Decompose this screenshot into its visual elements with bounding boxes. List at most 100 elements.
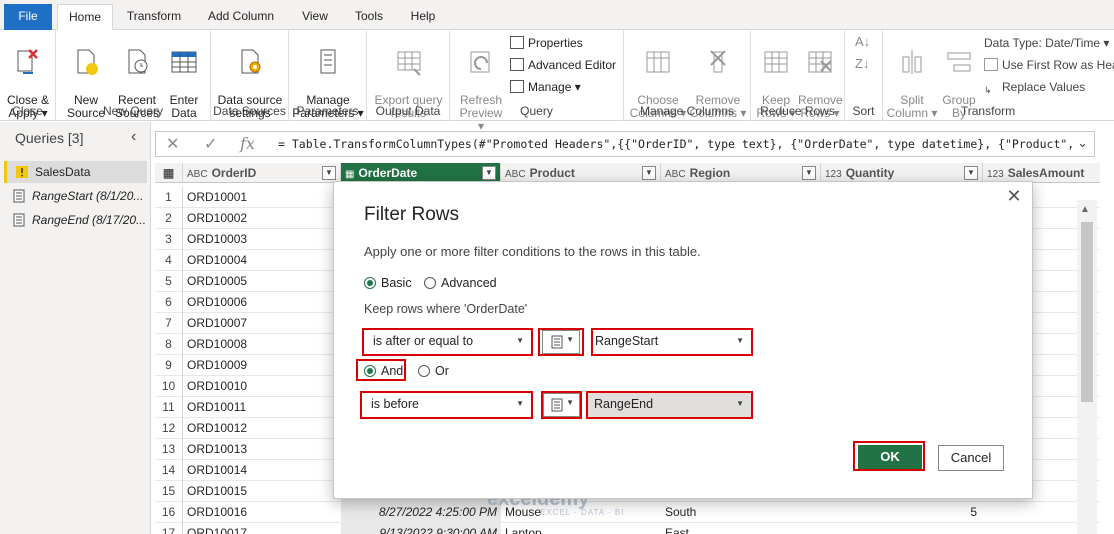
cancel-button[interactable]: Cancel — [938, 445, 1004, 471]
cell-n[interactable]: 14 — [155, 460, 183, 481]
scrollbar-thumb[interactable] — [1081, 222, 1093, 402]
cell-date[interactable]: 9/13/2022 9:30:00 AM — [341, 523, 501, 534]
cell-id[interactable]: ORD10011 — [187, 397, 337, 418]
cell-n[interactable]: 2 — [155, 208, 183, 229]
sort-descending-icon[interactable]: Z↓ — [855, 56, 869, 71]
condition2-value-select[interactable]: RangeEnd ▼ — [588, 393, 751, 417]
cell-id[interactable]: ORD10009 — [187, 355, 337, 376]
grid-header: ▦ ABC OrderID ▼ ▦ OrderDate ▼ ABC Product ▼ AB… — [155, 163, 1100, 183]
or-radio[interactable]: Or — [418, 364, 449, 378]
filter-dropdown-icon[interactable]: ▼ — [482, 166, 496, 180]
column-header-orderid[interactable]: ABC OrderID ▼ — [183, 163, 341, 183]
query-item-rangeend[interactable]: RangeEnd (8/17/20... — [4, 209, 147, 231]
collapse-queries-icon[interactable]: ‹ — [131, 128, 136, 146]
condition1-value-select[interactable]: RangeStart ▼ — [593, 330, 751, 354]
tab-transform[interactable]: Transform — [120, 4, 188, 30]
properties-button[interactable]: Properties — [510, 36, 583, 50]
cell-n[interactable]: 6 — [155, 292, 183, 313]
cell-id[interactable]: ORD10007 — [187, 313, 337, 334]
cell-product[interactable]: Laptop — [505, 523, 661, 534]
vertical-scrollbar[interactable]: ▲ — [1077, 200, 1097, 534]
tab-tools[interactable]: Tools — [348, 4, 390, 30]
cell-id[interactable]: ORD10012 — [187, 418, 337, 439]
cell-id[interactable]: ORD10013 — [187, 439, 337, 460]
table-row[interactable]: 17 ORD10017 9/13/2022 9:30:00 AM Laptop East — [155, 523, 1100, 534]
table-menu-icon[interactable]: ▦ — [155, 163, 183, 183]
cell-id[interactable]: ORD10002 — [187, 208, 337, 229]
cell-id[interactable]: ORD10005 — [187, 271, 337, 292]
tab-file[interactable]: File — [4, 4, 52, 30]
ok-button[interactable]: OK — [858, 445, 922, 469]
cell-id[interactable]: ORD10008 — [187, 334, 337, 355]
formula-bar[interactable]: ✕ ✓ fx = Table.TransformColumnTypes(#"Pr… — [155, 131, 1095, 157]
tab-view[interactable]: View — [294, 4, 336, 30]
cell-n[interactable]: 4 — [155, 250, 183, 271]
cell-n[interactable]: 11 — [155, 397, 183, 418]
cell-region[interactable]: South — [665, 502, 821, 523]
replace-values-button[interactable]: ↳ Replace Values — [984, 80, 1085, 98]
filter-dropdown-icon[interactable]: ▼ — [802, 166, 816, 180]
condition1-operator-select[interactable]: is after or equal to ▼ — [364, 330, 531, 354]
cell-n[interactable]: 13 — [155, 439, 183, 460]
tab-home[interactable]: Home — [57, 4, 113, 30]
recent-sources-button[interactable]: Recent Sources ▾ — [114, 34, 160, 133]
cell-id[interactable]: ORD10006 — [187, 292, 337, 313]
new-source-button[interactable]: New Source ▾ — [64, 34, 108, 133]
condition1-type-button[interactable]: ▼ — [542, 330, 580, 354]
cell-qty[interactable]: 5 — [821, 502, 981, 523]
cancel-formula-icon[interactable]: ✕ — [166, 134, 179, 154]
cell-n[interactable]: 10 — [155, 376, 183, 397]
cell-date[interactable]: 8/27/2022 4:25:00 PM — [341, 502, 501, 523]
refresh-preview-button[interactable]: Refresh Preview ▾ — [456, 34, 506, 133]
table-row[interactable]: 16 ORD10016 8/27/2022 4:25:00 PM Mouse South… — [155, 502, 1100, 523]
query-item-rangestart[interactable]: RangeStart (8/1/20... — [4, 185, 147, 207]
filter-dropdown-icon[interactable]: ▼ — [322, 166, 336, 180]
basic-radio[interactable]: Basic — [364, 276, 412, 290]
sort-ascending-icon[interactable]: A↓ — [855, 34, 870, 49]
condition2-type-button[interactable]: ▼ — [543, 393, 580, 417]
cell-id[interactable]: ORD10010 — [187, 376, 337, 397]
cell-id[interactable]: ORD10016 — [187, 502, 337, 523]
scroll-up-icon[interactable]: ▲ — [1080, 204, 1090, 215]
manage-query-button[interactable]: Manage ▾ — [510, 80, 581, 94]
cell-n[interactable]: 16 — [155, 502, 183, 523]
cell-n[interactable]: 8 — [155, 334, 183, 355]
cell-id[interactable]: ORD10003 — [187, 229, 337, 250]
fx-icon[interactable]: fx — [240, 134, 255, 153]
close-icon[interactable]: ✕ — [1004, 186, 1024, 206]
expand-formula-icon[interactable]: ⌄ — [1077, 135, 1088, 151]
column-header-product[interactable]: ABC Product ▼ — [501, 163, 661, 183]
query-item-salesdata[interactable]: SalesData — [4, 161, 147, 183]
data-type-dropdown[interactable]: Data Type: Date/Time ▾ — [984, 36, 1109, 50]
cell-id[interactable]: ORD10001 — [187, 187, 337, 208]
advanced-radio[interactable]: Advanced — [424, 276, 497, 290]
cell-region[interactable]: East — [665, 523, 821, 534]
cell-n[interactable]: 9 — [155, 355, 183, 376]
formula-text[interactable]: = Table.TransformColumnTypes(#"Promoted … — [278, 137, 1074, 151]
cell-n[interactable]: 5 — [155, 271, 183, 292]
column-header-quantity[interactable]: 123 Quantity ▼ — [821, 163, 983, 183]
filter-dropdown-icon[interactable]: ▼ — [964, 166, 978, 180]
confirm-formula-icon[interactable]: ✓ — [204, 134, 217, 154]
advanced-editor-button[interactable]: Advanced Editor — [510, 58, 616, 72]
cell-id[interactable]: ORD10017 — [187, 523, 337, 534]
cell-id[interactable]: ORD10014 — [187, 460, 337, 481]
and-radio[interactable]: And — [364, 364, 403, 378]
column-header-orderdate[interactable]: ▦ OrderDate ▼ — [341, 163, 501, 183]
use-first-row-as-headers-button[interactable]: Use First Row as Headers ▾ — [984, 58, 1114, 72]
condition2-operator-select[interactable]: is before ▼ — [362, 393, 531, 417]
cell-qty[interactable] — [821, 523, 981, 534]
cell-id[interactable]: ORD10015 — [187, 481, 337, 502]
column-header-region[interactable]: ABC Region ▼ — [661, 163, 821, 183]
cell-n[interactable]: 17 — [155, 523, 183, 534]
filter-dropdown-icon[interactable]: ▼ — [642, 166, 656, 180]
cell-n[interactable]: 12 — [155, 418, 183, 439]
cell-n[interactable]: 15 — [155, 481, 183, 502]
tab-help[interactable]: Help — [402, 4, 444, 30]
column-header-salesamount[interactable]: 123 SalesAmount — [983, 163, 1100, 183]
cell-n[interactable]: 7 — [155, 313, 183, 334]
cell-id[interactable]: ORD10004 — [187, 250, 337, 271]
tab-add-column[interactable]: Add Column — [200, 4, 282, 30]
cell-n[interactable]: 3 — [155, 229, 183, 250]
cell-n[interactable]: 1 — [155, 187, 183, 208]
